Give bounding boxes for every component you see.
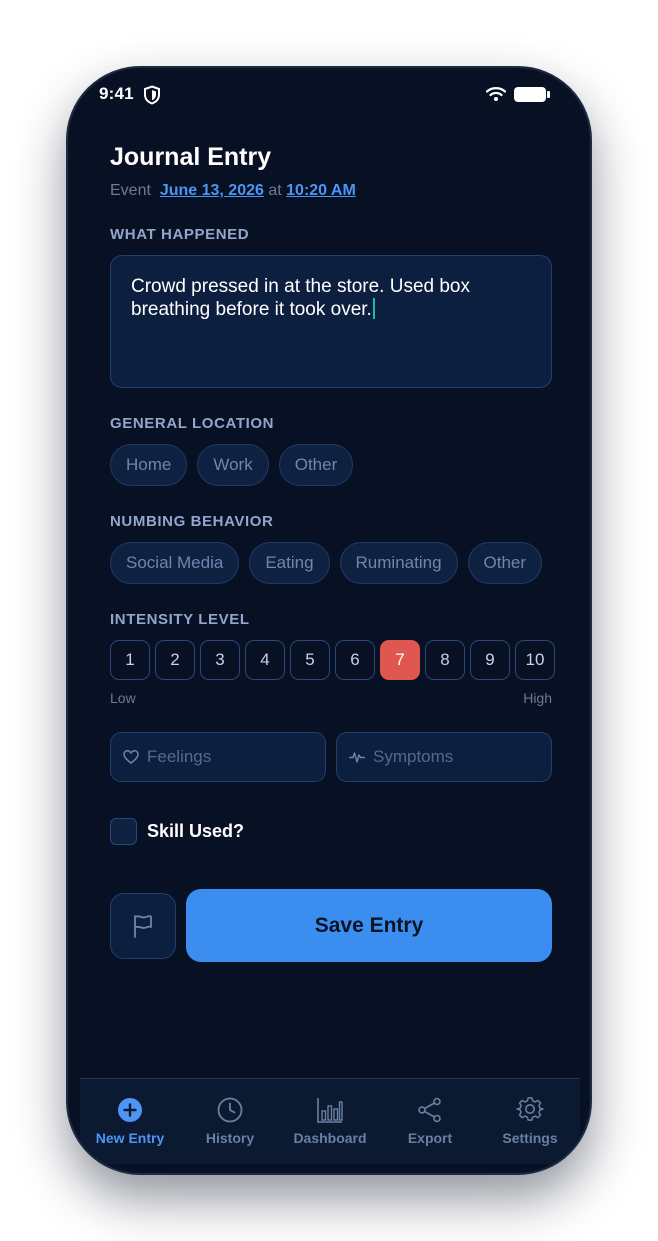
plus-circle-icon — [118, 1098, 142, 1122]
event-time-link[interactable]: 10:20 AM — [286, 182, 356, 199]
numbing-chip-ruminating[interactable]: Ruminating — [339, 542, 458, 584]
event-datetime: Event June 13, 2026 at 10:20 AM — [110, 182, 356, 200]
tab-label: Export — [407, 1130, 453, 1146]
battery-icon — [514, 87, 550, 102]
location-chip-work[interactable]: Work — [197, 444, 269, 486]
bottom-tab-bar: New Entry History Dashboard Export Setti… — [80, 1078, 580, 1164]
tab-label: Settings — [502, 1130, 558, 1146]
intensity-scale: 1 2 3 4 5 6 7 8 9 10 — [110, 640, 555, 680]
numbing-chip-other[interactable]: Other — [467, 542, 543, 584]
tab-settings[interactable]: Settings — [480, 1079, 580, 1164]
tab-export[interactable]: Export — [380, 1079, 480, 1164]
intensity-low-label: Low — [110, 690, 136, 706]
heart-icon — [123, 750, 139, 764]
event-at: at — [268, 182, 282, 199]
tab-label: Dashboard — [293, 1130, 367, 1146]
status-time: 9:41 — [99, 84, 134, 103]
feelings-field[interactable]: Feelings — [110, 732, 326, 782]
intensity-button-8[interactable]: 8 — [425, 640, 465, 680]
symptoms-field[interactable]: Symptoms — [336, 732, 552, 782]
clock-icon — [217, 1097, 243, 1123]
skill-used-label[interactable]: Skill Used? — [147, 821, 244, 842]
intensity-high-label: High — [523, 690, 552, 706]
status-bar: 9:41 — [68, 68, 590, 124]
what-happened-text: Crowd pressed in at the store. Used box … — [131, 276, 471, 320]
gear-icon — [516, 1097, 544, 1121]
phone-frame: 9:41 Journal Entry Event June 13, 2026 a… — [66, 66, 592, 1175]
intensity-button-1[interactable]: 1 — [110, 640, 150, 680]
numbing-chip-eating[interactable]: Eating — [249, 542, 330, 584]
tab-label: New Entry — [95, 1130, 165, 1146]
tab-new-entry[interactable]: New Entry — [80, 1079, 180, 1164]
location-chip-home[interactable]: Home — [110, 444, 188, 486]
intensity-button-6[interactable]: 6 — [335, 640, 375, 680]
intensity-button-5[interactable]: 5 — [290, 640, 330, 680]
what-happened-label: WHAT HAPPENED — [110, 226, 250, 243]
page-title: Journal Entry — [110, 143, 272, 171]
tab-label: History — [205, 1130, 255, 1146]
event-date-link[interactable]: June 13, 2026 — [160, 182, 264, 199]
bar-chart-icon — [317, 1098, 343, 1123]
numbing-chips: Social Media Eating Ruminating Other — [110, 542, 543, 584]
location-chip-other[interactable]: Other — [278, 444, 354, 486]
shield-icon — [144, 85, 160, 105]
skill-used-row: Skill Used? — [110, 818, 244, 845]
share-icon — [418, 1097, 441, 1123]
intensity-button-10[interactable]: 10 — [515, 640, 555, 680]
intensity-label: INTENSITY LEVEL — [110, 611, 250, 628]
location-label: GENERAL LOCATION — [110, 415, 275, 432]
location-chips: Home Work Other — [110, 444, 354, 486]
text-caret — [372, 298, 375, 319]
intensity-button-7[interactable]: 7 — [380, 640, 420, 680]
pulse-icon — [349, 752, 365, 763]
intensity-button-3[interactable]: 3 — [200, 640, 240, 680]
tab-history[interactable]: History — [180, 1079, 280, 1164]
tab-dashboard[interactable]: Dashboard — [280, 1079, 380, 1164]
skill-used-checkbox[interactable] — [110, 818, 137, 845]
wifi-icon — [486, 87, 506, 101]
intensity-button-4[interactable]: 4 — [245, 640, 285, 680]
event-prefix: Event — [110, 182, 151, 199]
what-happened-textarea[interactable]: Crowd pressed in at the store. Used box … — [110, 255, 552, 388]
intensity-button-2[interactable]: 2 — [155, 640, 195, 680]
numbing-chip-social-media[interactable]: Social Media — [110, 542, 240, 584]
numbing-label: NUMBING BEHAVIOR — [110, 513, 274, 530]
feelings-placeholder: Feelings — [147, 747, 212, 766]
save-entry-button[interactable]: Save Entry — [186, 889, 552, 962]
flag-icon — [134, 915, 152, 938]
intensity-button-9[interactable]: 9 — [470, 640, 510, 680]
flag-button[interactable] — [110, 893, 176, 959]
symptoms-placeholder: Symptoms — [373, 747, 454, 766]
